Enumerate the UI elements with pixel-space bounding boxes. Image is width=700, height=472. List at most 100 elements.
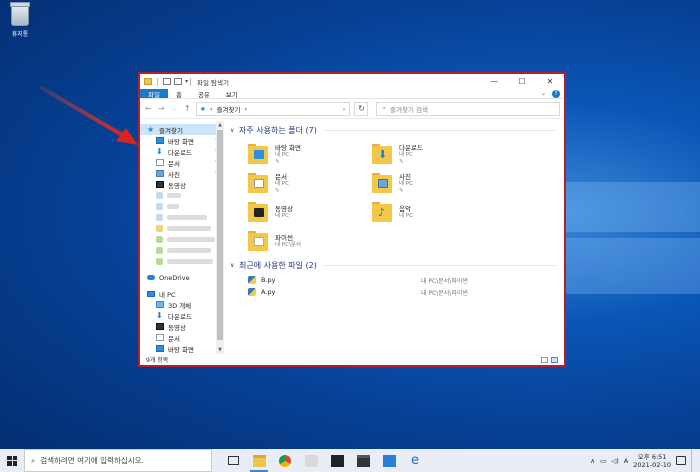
tab-home[interactable]: 홈 [168, 89, 190, 99]
recent-files-header[interactable]: ∨ 최근에 사용한 파일 (2) [230, 259, 556, 272]
folder-tile-python[interactable]: 파이썬 내 PC\문서 [248, 228, 372, 254]
download-icon: ⬇ [156, 146, 163, 156]
volume-icon[interactable]: ◁) [611, 457, 619, 465]
frequent-folders-header[interactable]: ∨ 자주 사용하는 폴더 (7) [230, 124, 556, 137]
show-desktop-button[interactable] [691, 449, 694, 472]
nav-item-this-pc[interactable]: 내 PC [140, 288, 224, 299]
chrome-taskbar-button[interactable] [272, 449, 298, 472]
windows-logo-icon [7, 455, 17, 466]
terminal-icon [330, 454, 344, 467]
folder-name: 파이썬 [275, 233, 293, 242]
tab-view[interactable]: 보기 [218, 89, 246, 99]
scroll-down-icon[interactable]: ▼ [216, 347, 224, 353]
store-taskbar-button[interactable] [350, 449, 376, 472]
folder-name: 문서 [275, 172, 287, 181]
close-button[interactable]: ✕ [536, 74, 564, 89]
nav-item-desktop[interactable]: 바탕 화면 ✎ [140, 135, 224, 146]
folder-location: 내 PC\문서 [275, 241, 301, 248]
blurred-nav-item[interactable] [140, 223, 224, 234]
nav-item-pc-videos[interactable]: 동영상 [140, 321, 224, 332]
task-view-button[interactable] [220, 449, 246, 472]
address-chevron-icon[interactable]: › [245, 105, 248, 113]
address-bar[interactable]: ★ › 즐겨찾기 › ⌄ [195, 101, 351, 116]
ime-indicator[interactable]: A [624, 457, 628, 465]
folder-tile-downloads[interactable]: ⬇ 다운로드 내 PC ✎ [372, 141, 496, 167]
nav-item-documents[interactable]: 문서 ✎ [140, 157, 224, 168]
notification-icon[interactable] [676, 456, 686, 465]
navigation-pane[interactable]: ★ 즐겨찾기 바탕 화면 ✎ ⬇ 다운로드 ✎ 문서 ✎ [140, 121, 224, 354]
help-icon[interactable]: ? [552, 89, 560, 98]
back-arrow-icon[interactable]: ← [144, 104, 153, 113]
customize-quick-access-icon[interactable]: ▾ [185, 78, 188, 85]
nav-item-videos[interactable]: 동영상 [140, 179, 224, 190]
file-explorer-window[interactable]: ▾ 파일 탐색기 — ☐ ✕ 파일 홈 공유 보기 ⌄ ? ← → ⌄ ↑ ★ … [138, 72, 566, 367]
recycle-bin[interactable]: 휴지통 [3, 2, 37, 38]
folder-tile-pictures[interactable]: 사진 내 PC ✎ [372, 170, 496, 196]
edge-taskbar-button[interactable]: e [402, 449, 428, 472]
red-arrow [40, 86, 138, 145]
window-title: 파일 탐색기 [197, 78, 229, 87]
app-taskbar-button[interactable] [298, 449, 324, 472]
new-folder-icon[interactable] [174, 78, 182, 85]
blurred-nav-item[interactable] [140, 212, 224, 223]
folder-name: 다운로드 [399, 143, 423, 152]
content-pane[interactable]: ∨ 자주 사용하는 폴더 (7) 바탕 화면 내 PC ✎ ⬇ 다운로드 내 PC ✎ … [224, 121, 564, 354]
nav-item-pc-documents[interactable]: 문서 [140, 332, 224, 343]
expand-ribbon-icon[interactable]: ⌄ [541, 90, 546, 97]
scroll-up-icon[interactable]: ▲ [216, 122, 224, 128]
folder-location: 내 PC [399, 212, 413, 219]
refresh-button[interactable]: ↻ [354, 101, 369, 116]
pin-icon: ✎ [399, 187, 404, 194]
terminal-taskbar-button[interactable] [324, 449, 350, 472]
details-view-icon[interactable] [541, 356, 548, 363]
scroll-thumb[interactable] [217, 130, 223, 340]
python-file-icon [248, 288, 256, 296]
nav-item-downloads[interactable]: ⬇ 다운로드 ✎ [140, 146, 224, 157]
maximize-button[interactable]: ☐ [508, 74, 536, 89]
forward-arrow-icon[interactable]: → [157, 104, 166, 113]
nav-item-label: 3D 개체 [168, 301, 192, 310]
tab-file[interactable]: 파일 [140, 89, 168, 99]
nav-item-pc-desktop[interactable]: 바탕 화면 [140, 343, 224, 354]
file-name: A.py [261, 288, 276, 296]
collapse-chevron-icon[interactable]: ∨ [230, 262, 236, 269]
folder-tile-desktop[interactable]: 바탕 화면 내 PC ✎ [248, 141, 372, 167]
clock[interactable]: 오후 6:51 2021-02-10 [633, 453, 671, 469]
nav-scrollbar[interactable]: ▲ ▼ [216, 121, 224, 354]
recent-locations-icon[interactable]: ⌄ [170, 106, 179, 112]
folder-tile-music[interactable]: ♪ 음악 내 PC [372, 199, 496, 225]
nav-item-pc-downloads[interactable]: ⬇ 다운로드 [140, 310, 224, 321]
nav-item-pictures[interactable]: 사진 ✎ [140, 168, 224, 179]
up-arrow-icon[interactable]: ↑ [183, 104, 192, 113]
folder-name: 사진 [399, 172, 411, 181]
network-icon[interactable]: ▭ [600, 457, 606, 465]
nav-item-label: 동영상 [168, 323, 186, 332]
file-explorer-icon [252, 454, 266, 467]
address-dropdown-icon[interactable]: ⌄ [341, 105, 346, 112]
nav-item-favorites[interactable]: ★ 즐겨찾기 [140, 124, 224, 135]
blurred-nav-item[interactable] [140, 245, 224, 256]
address-text[interactable]: 즐겨찾기 [217, 104, 241, 114]
collapse-chevron-icon[interactable]: ∨ [230, 127, 236, 134]
blurred-nav-item[interactable] [140, 256, 224, 267]
show-hidden-icons-icon[interactable]: ∧ [590, 457, 595, 465]
recent-file-row[interactable]: B.py 내 PC\문서\파이썬 [248, 274, 556, 286]
title-bar[interactable]: ▾ 파일 탐색기 — ☐ ✕ [140, 74, 564, 89]
recent-file-row[interactable]: A.py 내 PC\문서\파이썬 [248, 286, 556, 298]
photos-taskbar-button[interactable] [376, 449, 402, 472]
large-icons-view-icon[interactable] [551, 356, 558, 363]
folder-tile-videos[interactable]: 동영상 내 PC [248, 199, 372, 225]
tab-share[interactable]: 공유 [190, 89, 218, 99]
properties-icon[interactable] [163, 78, 171, 85]
nav-item-onedrive[interactable]: OneDrive [140, 272, 224, 283]
search-box[interactable]: ⌕ 즐겨찾기 검색 [376, 101, 560, 116]
blurred-nav-item[interactable] [140, 201, 224, 212]
taskbar-search-box[interactable]: ⌕ 검색하려면 여기에 입력하십시오. [24, 449, 212, 472]
file-explorer-taskbar-button[interactable] [246, 449, 272, 472]
folder-tile-documents[interactable]: 문서 내 PC ✎ [248, 170, 372, 196]
minimize-button[interactable]: — [480, 74, 508, 89]
nav-item-3d-objects[interactable]: 3D 개체 [140, 299, 224, 310]
start-button[interactable] [0, 449, 24, 472]
blurred-nav-item[interactable] [140, 234, 224, 245]
blurred-nav-item[interactable] [140, 190, 224, 201]
